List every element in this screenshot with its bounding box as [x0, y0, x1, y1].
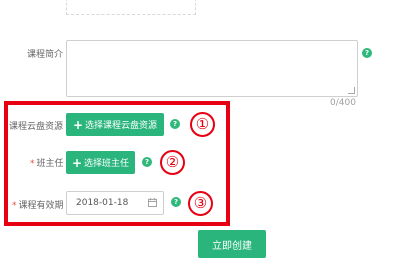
create-now-button[interactable]: 立即创建 [198, 230, 266, 258]
char-counter: 0/400 [330, 98, 356, 108]
annotation-marker-3: ③ [188, 191, 213, 216]
course-intro-label: 课程简介 [27, 50, 64, 60]
course-intro-textarea[interactable] [66, 40, 358, 97]
annotation-marker-2: ② [160, 150, 185, 175]
annotation-marker-1: ① [190, 112, 215, 137]
previous-field-box [66, 0, 196, 15]
resize-handle-icon[interactable] [348, 87, 355, 94]
course-intro-help-icon[interactable]: ? [362, 48, 372, 58]
